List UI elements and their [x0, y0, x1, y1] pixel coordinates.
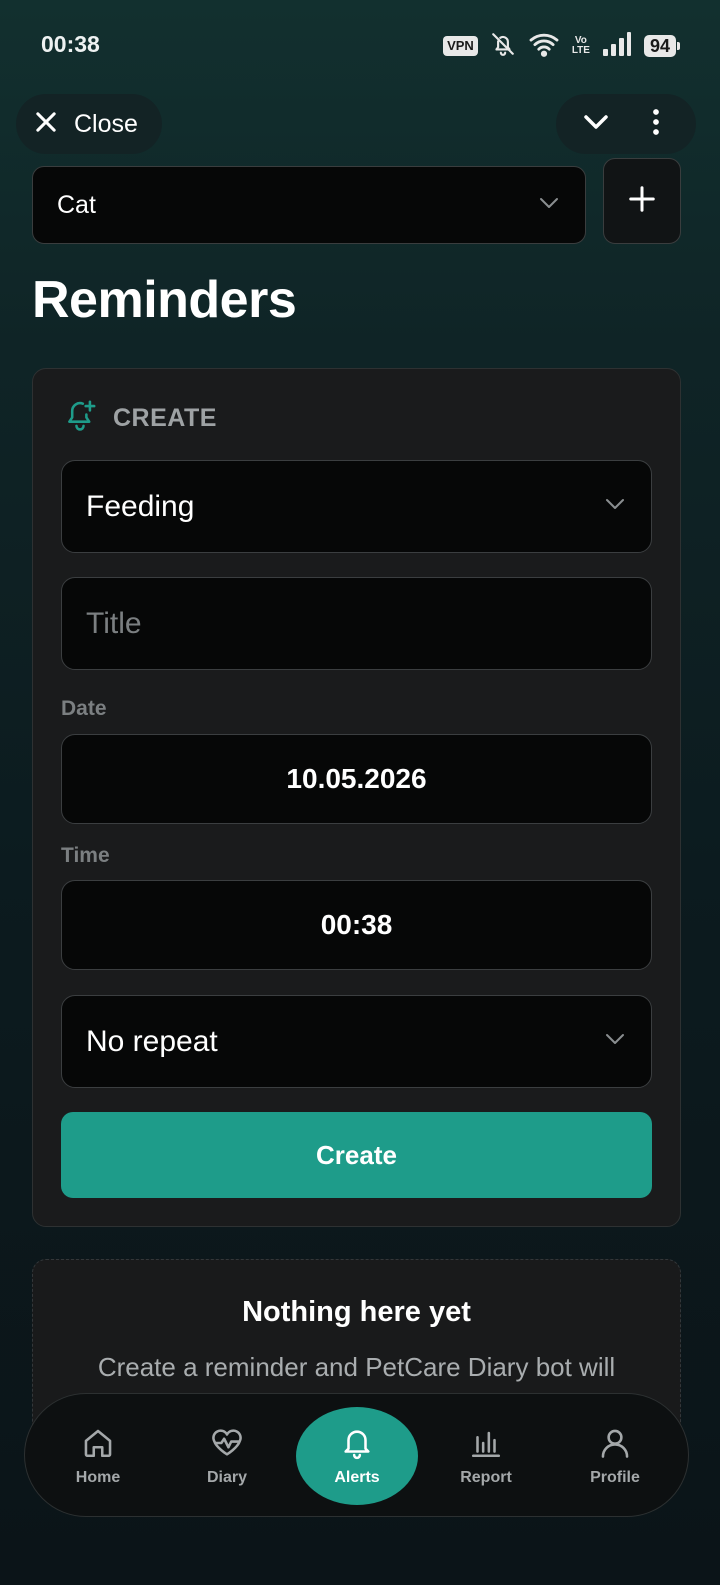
title-input[interactable] [62, 578, 651, 669]
bar-chart-icon [469, 1426, 503, 1465]
empty-state-title: Nothing here yet [242, 1296, 471, 1328]
user-icon [598, 1426, 632, 1465]
heart-pulse-icon [210, 1426, 244, 1465]
page-title: Reminders [32, 271, 297, 329]
home-icon [81, 1426, 115, 1465]
nav-item-alerts[interactable]: Alerts [296, 1407, 418, 1505]
time-picker[interactable]: 00:38 [61, 880, 652, 970]
nav-label-profile: Profile [590, 1468, 640, 1486]
nav-item-home[interactable]: Home [38, 1394, 158, 1518]
nav-label-home: Home [75, 1468, 121, 1486]
nav-item-diary[interactable]: Diary [167, 1394, 287, 1518]
pet-select[interactable]: Cat [32, 166, 586, 244]
title-field-wrapper [61, 577, 652, 670]
chevron-down-icon [603, 1027, 627, 1056]
more-vertical-icon [641, 107, 671, 142]
create-button-label: Create [316, 1139, 397, 1170]
battery-icon: 94 [643, 35, 681, 57]
nav-item-profile[interactable]: Profile [555, 1394, 675, 1518]
nav-item-report[interactable]: Report [426, 1394, 546, 1518]
time-value: 00:38 [320, 909, 393, 940]
chevron-down-icon [603, 492, 627, 521]
empty-state-description: Create a reminder and PetCare Diary bot … [97, 1352, 616, 1382]
volte-icon: Vo LTE [572, 36, 590, 56]
close-label: Close [74, 109, 138, 138]
status-time: 00:38 [41, 31, 100, 57]
signal-icon [602, 31, 632, 62]
close-icon [32, 108, 60, 141]
bell-icon [340, 1426, 374, 1465]
header-actions [556, 94, 696, 154]
time-label: Time [61, 844, 110, 867]
chevron-down-icon [537, 191, 561, 220]
repeat-value: No repeat [86, 1024, 218, 1058]
vpn-icon: VPN [443, 36, 478, 56]
create-reminder-card: CREATE Feeding Date 10.05.2026 Time 00:3… [32, 368, 681, 1227]
add-pet-button[interactable] [603, 158, 681, 244]
create-button[interactable]: Create [61, 1112, 652, 1198]
pet-select-value: Cat [57, 190, 96, 219]
status-icons: VPN Vo LTE 94 [443, 31, 681, 62]
bottom-nav: Home Diary Alerts Report Profile [24, 1393, 689, 1517]
chevron-down-icon [581, 107, 611, 142]
bell-off-icon [490, 31, 516, 62]
more-menu-button[interactable] [631, 99, 681, 149]
volte-bottom-text: LTE [571, 45, 590, 56]
date-value: 10.05.2026 [286, 763, 427, 794]
nav-label-alerts: Alerts [334, 1468, 380, 1486]
plus-icon [627, 184, 657, 219]
wifi-icon [528, 31, 560, 62]
collapse-button[interactable] [571, 99, 621, 149]
close-button[interactable]: Close [16, 94, 162, 154]
card-header: CREATE [63, 399, 217, 438]
reminder-type-select[interactable]: Feeding [61, 460, 652, 553]
repeat-select[interactable]: No repeat [61, 995, 652, 1088]
bell-plus-icon [63, 399, 97, 438]
date-picker[interactable]: 10.05.2026 [61, 734, 652, 824]
reminder-type-value: Feeding [86, 489, 195, 523]
nav-label-diary: Diary [206, 1468, 248, 1486]
card-header-label: CREATE [113, 404, 217, 432]
date-label: Date [61, 697, 107, 720]
status-bar: 00:38 VPN Vo LTE 94 [0, 0, 720, 90]
nav-label-report: Report [460, 1468, 512, 1486]
